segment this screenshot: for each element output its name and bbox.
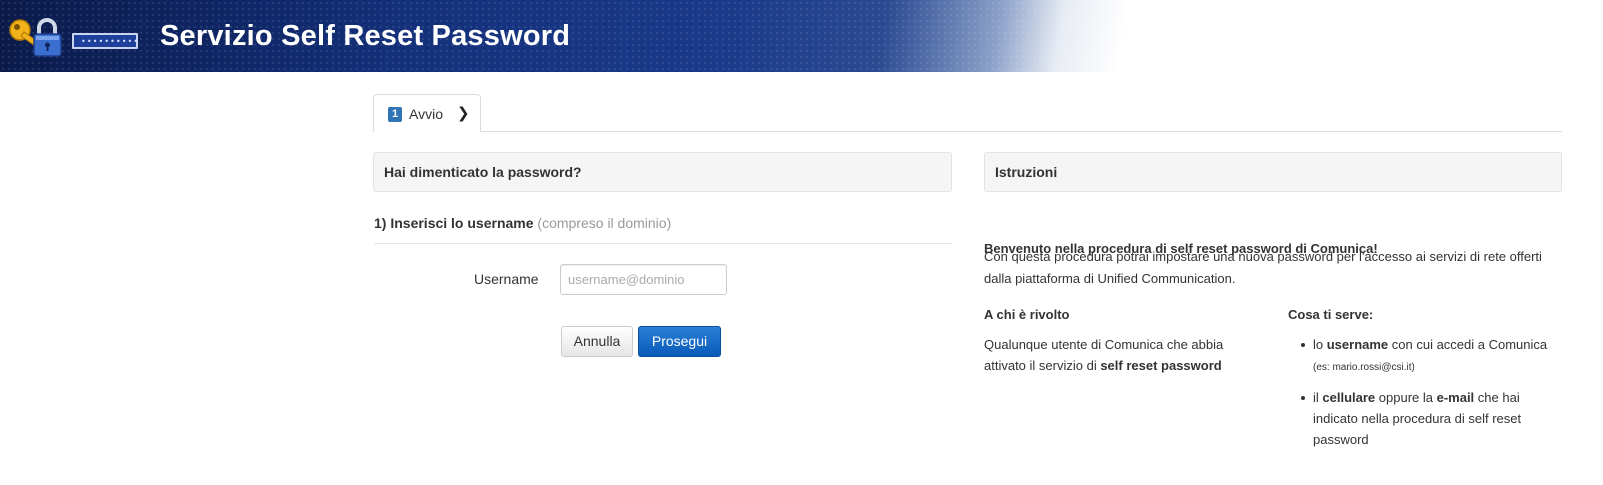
who-heading: A chi è rivolto (984, 307, 1070, 322)
username-label: Username (474, 271, 539, 287)
list-item: il cellulare oppure la e-mail che hai in… (1297, 387, 1562, 450)
password-dots: •••••••••• (81, 37, 140, 46)
tabs-divider (372, 131, 1562, 132)
page-title: Servizio Self Reset Password (160, 20, 571, 52)
cancel-button[interactable]: Annulla (561, 326, 633, 357)
needs-example: (es: mario.rossi@csi.it) (1313, 362, 1415, 373)
needs-text: il (1313, 390, 1323, 405)
divider (374, 243, 952, 244)
step-title-hint: (compreso il dominio) (537, 215, 672, 231)
step-title-label: 1) Inserisci lo username (374, 215, 534, 231)
who-text: Qualunque utente di Comunica che abbia a… (984, 334, 1264, 376)
instructions-heading: Istruzioni (984, 152, 1562, 192)
needs-bold: e-mail (1436, 390, 1475, 405)
username-input[interactable] (560, 264, 727, 295)
password-field-graphic: •••••••••• (72, 33, 138, 49)
lock-key-icon (9, 18, 62, 57)
needs-text: oppure la (1375, 390, 1437, 405)
intro-paragraph: Con questa procedura potrai impostare un… (984, 249, 1542, 286)
needs-bold: cellulare (1322, 390, 1376, 405)
who-text-bold: self reset password (1100, 358, 1222, 373)
chevron-right-icon: ❯ (457, 105, 470, 122)
tab-avvio[interactable]: 1 Avvio ❯ (373, 94, 481, 132)
list-item: lo username con cui accedi a Comunica (e… (1297, 334, 1562, 378)
step-title: 1) Inserisci lo username (compreso il do… (374, 215, 671, 231)
needs-text: con cui accedi a Comunica (1388, 337, 1548, 352)
needs-heading: Cosa ti serve: (1288, 307, 1374, 322)
form-panel-heading: Hai dimenticato la password? (373, 152, 952, 192)
tab-step-number: 1 (388, 107, 402, 122)
needs-list: lo username con cui accedi a Comunica (e… (1297, 334, 1562, 459)
header-banner: •••••••••• Servizio Self Reset Password (0, 0, 1603, 72)
next-button[interactable]: Prosegui (638, 326, 721, 357)
tab-label: Avvio (409, 106, 443, 122)
needs-text: lo (1313, 337, 1327, 352)
needs-bold: username (1326, 337, 1389, 352)
